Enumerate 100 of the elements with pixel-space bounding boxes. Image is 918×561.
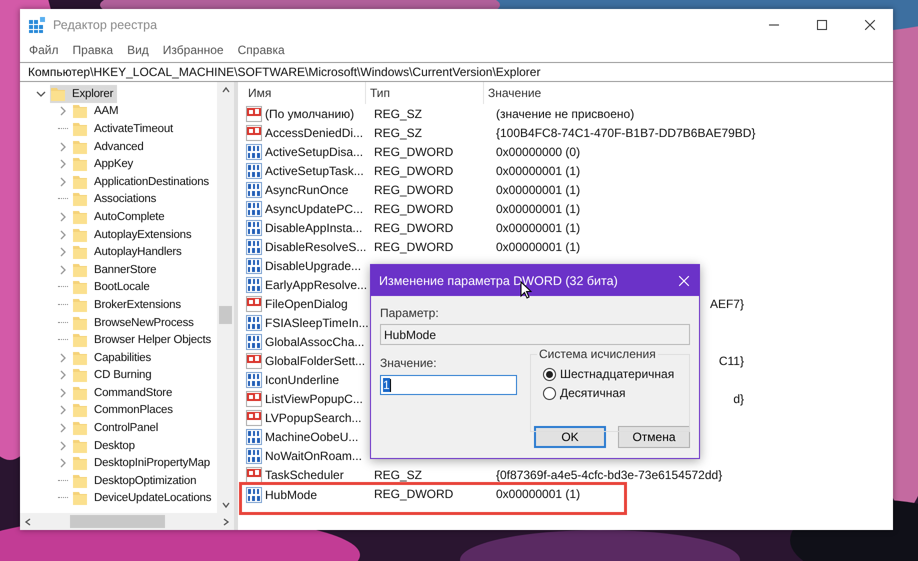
scrollbar-thumb[interactable] [219, 306, 232, 324]
tree-item[interactable]: BrowseNewProcess [72, 314, 198, 332]
tree-item[interactable]: BootLocale [72, 278, 154, 296]
tree-item[interactable]: ActivateTimeout [72, 120, 178, 138]
value-name: HubMode [265, 488, 318, 502]
string-value-icon [246, 410, 262, 426]
column-header[interactable]: Значение [484, 82, 684, 104]
binary-value-icon [246, 372, 262, 388]
string-value-icon [246, 352, 262, 368]
tree-label: ActivateTimeout [94, 122, 174, 135]
value-type: REG_DWORD [374, 220, 454, 234]
folder-icon [72, 420, 88, 436]
chevron-right-icon[interactable] [58, 423, 68, 434]
chevron-right-icon[interactable] [58, 405, 68, 416]
menu-item[interactable]: Справка [238, 43, 285, 57]
scroll-right-icon[interactable] [221, 516, 231, 526]
menu-item[interactable]: Правка [72, 43, 114, 57]
vertical-scrollbar[interactable] [217, 82, 234, 513]
tree-item[interactable]: Advanced [72, 138, 148, 156]
tree-item[interactable]: AutoplayExtensions [72, 226, 196, 244]
tree-label: CommonPlaces [94, 404, 173, 416]
chevron-right-icon[interactable] [58, 388, 68, 398]
tree-item[interactable]: Desktop [72, 436, 139, 455]
tree-label: DesktopOptimization [94, 474, 196, 487]
value-type: REG_DWORD [374, 487, 454, 501]
chevron-down-icon[interactable] [36, 88, 46, 99]
tree-item[interactable]: Browser Helper Objects [72, 331, 216, 350]
chevron-right-icon[interactable] [58, 176, 68, 187]
chevron-right-icon[interactable] [58, 247, 68, 258]
folder-icon [72, 191, 88, 208]
dialog-button[interactable]: OK [534, 426, 606, 448]
binary-value-icon [246, 144, 262, 160]
value-name: GlobalFolderSett... [265, 354, 366, 368]
value-name: AsyncRunOnce [265, 182, 348, 196]
tree-item[interactable]: AutoComplete [72, 208, 168, 226]
tree-item[interactable]: DesktopIniPropertyMap [72, 454, 214, 472]
menu-item[interactable]: Файл [29, 43, 59, 57]
tree-item[interactable]: AutoplayHandlers [72, 243, 186, 262]
column-header[interactable]: Тип [366, 82, 484, 104]
radio-button[interactable] [543, 386, 556, 400]
column-header[interactable]: Имя [242, 82, 366, 104]
value-data: 0x00000001 (1) [496, 220, 580, 234]
registry-icon [29, 16, 45, 32]
tree-item[interactable]: CommonPlaces [72, 401, 177, 420]
chevron-right-icon[interactable] [58, 106, 68, 116]
value-data: 0x00000001 (1) [496, 164, 580, 178]
binary-value-icon [246, 314, 262, 330]
chevron-right-icon[interactable] [58, 440, 68, 451]
scroll-left-icon[interactable] [23, 516, 33, 526]
tree-label: BrowseNewProcess [94, 316, 194, 329]
tree-item[interactable]: CD Burning [72, 366, 156, 384]
chevron-right-icon[interactable] [58, 458, 68, 468]
chevron-right-icon[interactable] [58, 212, 68, 222]
folder-icon [72, 103, 88, 120]
radio-option[interactable]: Шестнадцатеричная [543, 367, 689, 381]
chevron-right-icon[interactable] [58, 352, 68, 363]
scrollbar-thumb[interactable] [70, 515, 165, 528]
menu-item[interactable]: Избранное [162, 43, 224, 57]
tree-item[interactable]: BrokerExtensions [72, 296, 185, 314]
tree-item[interactable]: CommandStore [72, 384, 176, 402]
chevron-right-icon[interactable] [58, 159, 68, 170]
horizontal-scrollbar[interactable] [20, 513, 234, 530]
value-type: REG_SZ [374, 106, 422, 120]
close-icon[interactable] [865, 20, 875, 30]
chevron-right-icon[interactable] [58, 370, 68, 380]
tree-item[interactable]: AAM [72, 102, 122, 120]
value-field[interactable]: 1 [380, 375, 517, 395]
tree-label: ControlPanel [94, 422, 158, 434]
tree-item[interactable]: AppKey [72, 155, 138, 174]
tree-item[interactable]: ControlPanel [72, 419, 162, 438]
chevron-right-icon[interactable] [58, 142, 68, 152]
tree-item[interactable]: DeviceUpdateLocations [72, 489, 216, 508]
radio-option[interactable]: Десятичная [543, 386, 689, 400]
tree-label: Associations [94, 193, 156, 206]
address-field[interactable]: Компьютер\HKEY_LOCAL_MACHINE\SOFTWARE\Microsoft\Windows\CurrentVersion\Explorer [20, 62, 893, 82]
tree-item[interactable]: BannerStore [72, 260, 160, 279]
menu-item[interactable]: Вид [127, 43, 149, 57]
tree-item[interactable]: ApplicationDestinations [72, 172, 213, 191]
dialog-button[interactable]: Отмена [618, 426, 690, 448]
scroll-down-icon[interactable] [220, 500, 230, 510]
folder-icon [72, 174, 88, 190]
tree-label: DeviceUpdateLocations [94, 492, 212, 504]
tree-item[interactable]: Associations [72, 190, 160, 208]
tree-item[interactable]: DesktopOptimization [72, 472, 200, 490]
folder-icon [72, 244, 88, 260]
value-data: C11} [718, 354, 744, 368]
tree-item[interactable]: Capabilities [72, 348, 156, 367]
maximize-icon[interactable] [817, 20, 827, 30]
binary-value-icon [246, 487, 262, 503]
value-name: (По умолчанию) [265, 106, 354, 120]
tree-label: Advanced [94, 140, 144, 153]
chevron-right-icon[interactable] [58, 264, 68, 275]
radio-button[interactable] [543, 368, 556, 380]
tree-label: CD Burning [94, 369, 152, 382]
chevron-right-icon[interactable] [58, 230, 68, 240]
value-name: DisableUpgrade... [265, 258, 362, 272]
tree-item[interactable]: Explorer [50, 84, 118, 103]
folder-icon [72, 120, 88, 137]
tree-label: BrokerExtensions [94, 298, 181, 311]
scroll-up-icon[interactable] [220, 85, 230, 95]
